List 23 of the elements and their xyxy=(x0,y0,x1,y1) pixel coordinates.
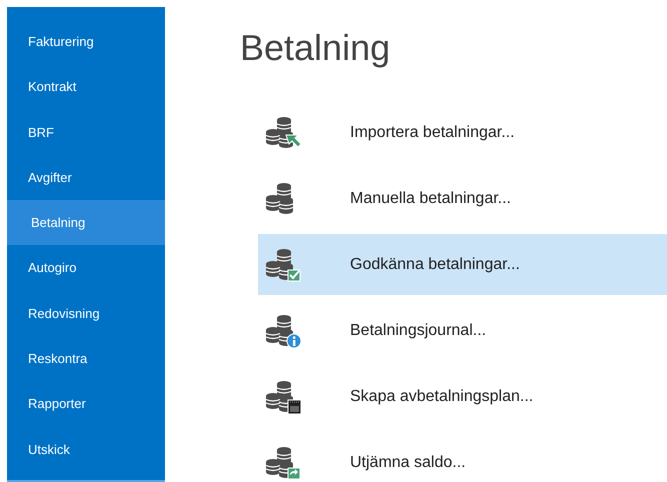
action-item[interactable]: Skapa avbetalningsplan... xyxy=(258,366,667,427)
action-label: Manuella betalningar... xyxy=(350,190,511,208)
action-item[interactable]: Utjämna saldo... xyxy=(258,432,667,482)
sidebar-item[interactable]: Autogiro xyxy=(7,245,165,291)
action-item[interactable]: Importera betalningar... xyxy=(258,102,667,163)
action-item[interactable]: Godkänna betalningar... xyxy=(258,234,667,295)
sidebar-item[interactable]: Rapporter xyxy=(7,381,165,427)
action-item[interactable]: Betalningsjournal... xyxy=(258,300,667,361)
action-label: Godkänna betalningar... xyxy=(350,256,520,274)
page-title: Betalning xyxy=(240,26,392,70)
sidebar-item[interactable]: BRF xyxy=(7,110,165,155)
action-label: Skapa avbetalningsplan... xyxy=(350,388,534,406)
action-label: Importera betalningar... xyxy=(350,124,515,142)
sidebar-item[interactable]: Fakturering xyxy=(7,19,165,64)
sidebar-item[interactable]: Utskick xyxy=(7,426,165,472)
sidebar-item[interactable]: Kontrakt xyxy=(7,64,165,110)
action-label: Betalningsjournal... xyxy=(350,322,486,340)
sidebar-item[interactable]: Reskontra xyxy=(7,336,165,382)
sidebar-item[interactable]: Betalning xyxy=(7,200,165,246)
action-item[interactable]: Manuella betalningar... xyxy=(258,168,667,229)
sidebar-item[interactable]: Redovisning xyxy=(7,290,165,336)
action-label: Utjämna saldo... xyxy=(350,454,466,472)
sidebar-item[interactable]: Avgifter xyxy=(7,154,165,200)
